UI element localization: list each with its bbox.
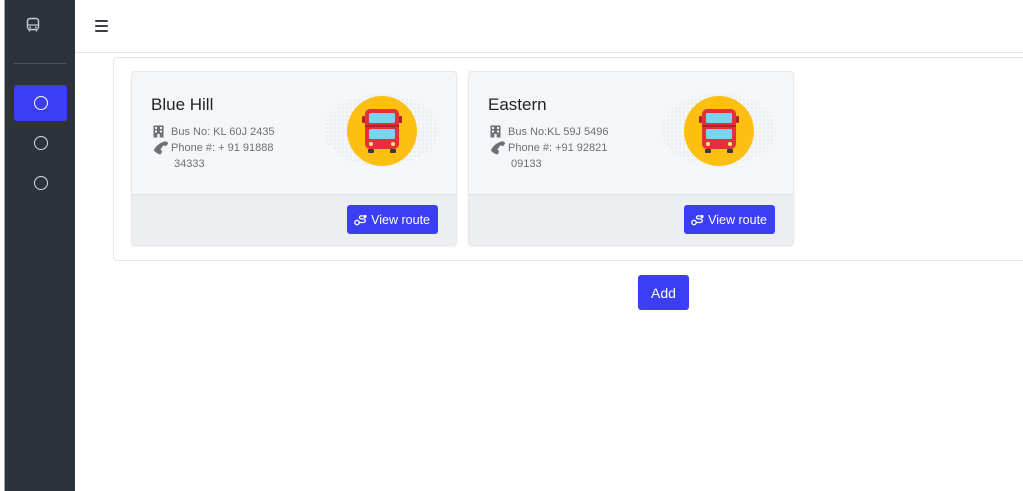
sidebar-item-3[interactable] [14, 165, 67, 201]
view-route-button[interactable]: View route [684, 205, 775, 234]
circle-icon [33, 176, 48, 190]
phone-number-cont: 09133 [511, 158, 542, 170]
double-decker-bus-icon [699, 109, 739, 153]
building-icon [153, 124, 171, 138]
bus-badge [325, 94, 439, 166]
bus-name: Eastern [488, 95, 547, 114]
bus-info: Bus No:KL 59J 5496 Phone #: +91 92821 09… [490, 124, 640, 172]
sidebar-item-1[interactable] [14, 85, 67, 121]
phone-icon [490, 140, 508, 155]
view-route-label: View route [708, 212, 767, 227]
circle-icon [33, 96, 48, 110]
top-bar [75, 0, 1023, 53]
bus-card: Eastern Bus No:KL 59J 5496 Phone #: +91 … [468, 71, 794, 246]
sidebar-item-2[interactable] [14, 125, 67, 161]
view-route-button[interactable]: View route [347, 205, 438, 234]
building-icon [490, 124, 508, 138]
double-decker-bus-icon [362, 109, 402, 153]
sidebar-divider [13, 63, 67, 64]
hamburger-icon[interactable] [95, 20, 108, 32]
route-icon [691, 214, 704, 225]
circle-icon [33, 136, 48, 150]
phone-number-cont: 34333 [174, 158, 205, 170]
phone-number: Phone #: +91 92821 [508, 142, 608, 154]
bus-number: Bus No: KL 60J 2435 [171, 126, 275, 138]
bus-name: Blue Hill [151, 95, 214, 114]
bus-badge [662, 94, 776, 166]
app-root: Blue Hill Bus No: KL 60J 2435 Phone #: +… [0, 0, 1023, 491]
route-icon [354, 214, 367, 225]
add-button[interactable]: Add [638, 275, 689, 310]
bus-card: Blue Hill Bus No: KL 60J 2435 Phone #: +… [131, 71, 457, 246]
phone-icon [153, 140, 171, 155]
bus-icon[interactable] [25, 17, 41, 33]
bus-info: Bus No: KL 60J 2435 Phone #: + 91 91888 … [153, 124, 303, 172]
view-route-label: View route [371, 212, 430, 227]
bus-number: Bus No:KL 59J 5496 [508, 126, 609, 138]
phone-number: Phone #: + 91 91888 [171, 142, 274, 154]
sidebar [5, 0, 75, 491]
